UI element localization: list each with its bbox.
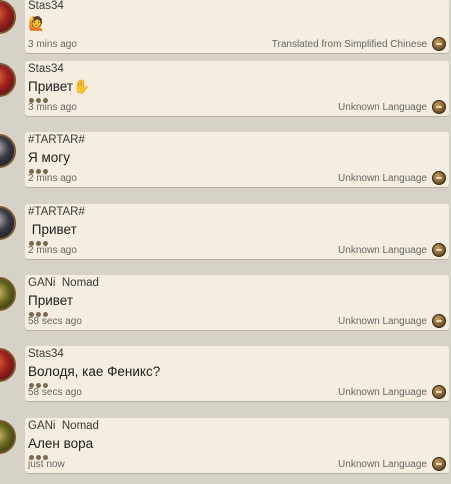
sender-name[interactable]: GANi Nomad [28,277,99,289]
message-bubble[interactable]: Stas34 🙋 3 mins ago Translated from Simplif… [25,0,449,53]
sender-name[interactable]: Stas34 [28,348,64,360]
message-timestamp: 58 secs ago [28,387,82,398]
chat-message[interactable]: Stas34 Володя, кае Феникс? 58 secs ago Unkn… [0,346,451,402]
avatar[interactable] [0,420,16,454]
chat-message[interactable]: GANi Nomad Привет 58 secs ago Unknown Langu… [0,275,451,331]
chat-message[interactable]: #TARTAR# Привет 2 mins ago Unknown Languag… [0,204,451,260]
message-timestamp: 2 mins ago [28,245,77,256]
message-timestamp: 3 mins ago [28,102,77,113]
sender-name[interactable]: #TARTAR# [28,134,85,146]
translate-icon[interactable] [432,385,446,399]
message-text: Привет✋ [28,79,90,94]
translate-icon[interactable] [432,37,446,51]
message-text: 🙋 [28,16,45,31]
translate-icon[interactable] [432,171,446,185]
avatar[interactable] [0,348,16,382]
message-bubble[interactable]: GANi Nomad Ален вора just now Unknown Langu… [25,418,449,473]
message-timestamp: just now [28,459,65,470]
message-text: Привет [28,222,77,237]
translation-status: Unknown Language [338,316,427,327]
chat-message[interactable]: Stas34 Привет✋ 3 mins ago Unknown Language [0,61,451,117]
avatar[interactable] [0,206,16,240]
translation-status: Unknown Language [338,245,427,256]
message-bubble[interactable]: Stas34 Володя, кае Феникс? 58 secs ago Unkn… [25,346,449,401]
avatar[interactable] [0,277,16,311]
message-bubble[interactable]: Stas34 Привет✋ 3 mins ago Unknown Language [25,61,449,116]
chat-message[interactable]: #TARTAR# Я могу 2 mins ago Unknown Language [0,132,451,188]
translate-icon[interactable] [432,100,446,114]
translate-icon[interactable] [432,243,446,257]
sender-name[interactable]: Stas34 [28,63,64,75]
message-timestamp: 58 secs ago [28,316,82,327]
avatar[interactable] [0,134,16,168]
message-timestamp: 3 mins ago [28,39,77,50]
translation-status: Unknown Language [338,173,427,184]
avatar[interactable] [0,63,16,97]
chat-list[interactable]: Stas34 🙋 3 mins ago Translated from Simplif… [0,0,451,484]
message-text: Привет [28,293,74,308]
translation-status: Unknown Language [338,102,427,113]
sender-name[interactable]: #TARTAR# [28,206,85,218]
sender-name[interactable]: GANi Nomad [28,420,99,432]
chat-message[interactable]: GANi Nomad Ален вора just now Unknown Langu… [0,418,451,474]
message-text: Ален вора [28,436,94,451]
sender-name[interactable]: Stas34 [28,0,64,12]
message-text: Я могу [28,150,70,165]
translation-status: Unknown Language [338,459,427,470]
message-bubble[interactable]: GANi Nomad Привет 58 secs ago Unknown Langu… [25,275,449,330]
translate-icon[interactable] [432,314,446,328]
translation-status: Translated from Simplified Chinese [271,39,427,50]
translation-status: Unknown Language [338,387,427,398]
chat-message[interactable]: Stas34 🙋 3 mins ago Translated from Simplif… [0,0,451,54]
message-text: Володя, кае Феникс? [28,364,161,379]
translate-icon[interactable] [432,457,446,471]
message-bubble[interactable]: #TARTAR# Привет 2 mins ago Unknown Languag… [25,204,449,259]
avatar[interactable] [0,0,16,34]
message-timestamp: 2 mins ago [28,173,77,184]
message-bubble[interactable]: #TARTAR# Я могу 2 mins ago Unknown Language [25,132,449,187]
